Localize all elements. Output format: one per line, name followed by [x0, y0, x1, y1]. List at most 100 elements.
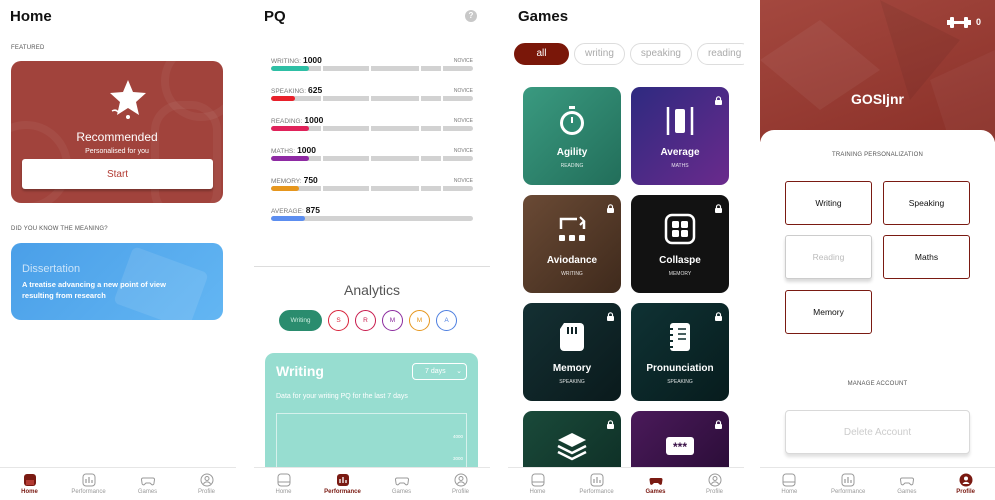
filter-speaking[interactable]: speaking	[629, 43, 692, 65]
level-tick	[419, 156, 421, 161]
nav-label: Games	[137, 489, 158, 495]
nav-games[interactable]: Games	[372, 468, 431, 500]
gamepad-icon	[394, 477, 409, 486]
nav-label: Home	[275, 489, 292, 495]
nav-games[interactable]: Games	[878, 468, 937, 500]
game-skill: MEMORY	[668, 271, 692, 277]
nav-performance[interactable]: Performance	[567, 468, 626, 500]
chart-card-description: Data for your writing PQ for the last 7 …	[276, 393, 408, 400]
lock-icon	[607, 204, 614, 213]
nav-performance[interactable]: Performance	[819, 468, 878, 500]
chip-writing[interactable]: Writing	[279, 310, 322, 331]
pq-level: NOVICE	[453, 148, 473, 154]
option-speaking[interactable]: Speaking	[883, 181, 970, 225]
range-select[interactable]: 7 days ⌄	[412, 363, 467, 380]
home-icon	[277, 473, 290, 487]
chip-reading[interactable]: R	[355, 310, 376, 331]
dictionary-word: Dissertation	[22, 263, 81, 275]
manage-account-label: MANAGE ACCOUNT	[847, 381, 908, 387]
pq-progress-fill	[271, 216, 306, 221]
lock-icon	[607, 312, 614, 321]
stopwatch-icon	[560, 106, 584, 135]
dots-arrow-icon	[559, 216, 586, 241]
level-tick	[369, 66, 371, 71]
game-skill: READING	[560, 163, 584, 169]
nav-profile[interactable]: Profile	[936, 468, 995, 500]
level-tick	[419, 186, 421, 191]
game-name: Aviodance	[546, 255, 598, 266]
pq-progress-bar	[271, 126, 473, 131]
nav-home[interactable]: Home	[760, 468, 819, 500]
featured-card[interactable]: Recommended Personalised for you Start	[11, 61, 223, 203]
nav-home[interactable]: Home	[508, 468, 567, 500]
pq-progress-fill	[271, 186, 300, 191]
option-writing[interactable]: Writing	[785, 181, 872, 225]
nav-home[interactable]: Home	[254, 468, 313, 500]
game-card-collaspe[interactable]: Collaspe MEMORY	[631, 195, 729, 293]
game-name: Average	[660, 147, 700, 158]
chip-speaking[interactable]: S	[328, 310, 349, 331]
profile-header: 0 GOSIjnr	[760, 0, 995, 142]
nav-profile[interactable]: Profile	[431, 468, 490, 500]
game-card-memory[interactable]: Memory SPEAKING	[523, 303, 621, 401]
level-tick	[321, 96, 323, 101]
pq-row: READING: 1000 NOVICE	[271, 115, 473, 137]
home-icon	[531, 473, 544, 487]
game-name: Memory	[552, 363, 592, 374]
pq-value: 875	[305, 205, 320, 215]
lock-icon	[607, 420, 614, 429]
sd-card-icon	[560, 323, 584, 351]
divider	[254, 266, 490, 267]
nav-label: Games	[391, 489, 412, 495]
help-icon[interactable]: ?	[465, 10, 477, 22]
filter-writing[interactable]: writing	[574, 43, 625, 65]
level-tick	[441, 186, 443, 191]
level-tick	[321, 186, 323, 191]
pq-row: WRITING: 1000 NOVICE	[271, 55, 473, 77]
nav-performance[interactable]: Performance	[313, 468, 372, 500]
option-maths[interactable]: Maths	[883, 235, 970, 279]
nav-label: Games	[645, 489, 666, 495]
game-card-agility[interactable]: Agility READING	[523, 87, 621, 185]
nav-profile[interactable]: Profile	[685, 468, 744, 500]
game-card-aviodance[interactable]: Aviodance WRITING	[523, 195, 621, 293]
nav-profile[interactable]: Profile	[177, 468, 236, 500]
level-tick	[419, 66, 421, 71]
pq-progress-fill	[271, 156, 310, 161]
chip-maths[interactable]: M	[382, 310, 403, 331]
dictionary-label: DID YOU KNOW THE MEANING?	[11, 226, 108, 232]
game-card-pronunciation[interactable]: Pronunciation SPEAKING	[631, 303, 729, 401]
nav-label: Games	[897, 489, 917, 495]
word-of-day-card[interactable]: Dissertation A treatise advancing a new …	[11, 243, 223, 320]
nav-home[interactable]: Home	[0, 468, 59, 500]
featured-label: FEATURED	[11, 45, 45, 51]
pq-level: NOVICE	[453, 178, 473, 184]
nav-label: Performance	[579, 489, 614, 495]
level-tick	[441, 96, 443, 101]
filter-reading[interactable]: reading	[696, 43, 744, 65]
lock-icon	[715, 96, 722, 105]
svg-text:***: ***	[673, 440, 687, 454]
nav-performance[interactable]: Performance	[59, 468, 118, 500]
analytics-filter-chips: Writing S R M M A	[279, 310, 457, 331]
profile-icon	[959, 473, 973, 487]
pq-value: 625	[308, 85, 323, 95]
filter-all[interactable]: all	[514, 43, 569, 65]
bracket-bar-icon	[666, 107, 694, 135]
chip-memory[interactable]: M	[409, 310, 430, 331]
dictionary-definition: A treatise advancing a new point of view…	[22, 280, 166, 300]
pq-label: MEMORY: 750	[271, 175, 318, 185]
delete-account-button[interactable]: Delete Account	[785, 410, 970, 454]
start-button[interactable]: Start	[22, 159, 213, 189]
game-card-average[interactable]: Average MATHS	[631, 87, 729, 185]
dumbbell-icon	[947, 17, 971, 28]
page-title: PQ	[264, 8, 286, 25]
nav-games[interactable]: Games	[626, 468, 685, 500]
profile-screen: 0 GOSIjnr TRAINING PERSONALIZATION Writi…	[760, 0, 995, 500]
chip-average[interactable]: A	[436, 310, 457, 331]
option-memory[interactable]: Memory	[785, 290, 872, 334]
pq-progress-fill	[271, 126, 310, 131]
nav-games[interactable]: Games	[118, 468, 177, 500]
level-tick	[369, 96, 371, 101]
option-reading[interactable]: Reading	[785, 235, 872, 279]
